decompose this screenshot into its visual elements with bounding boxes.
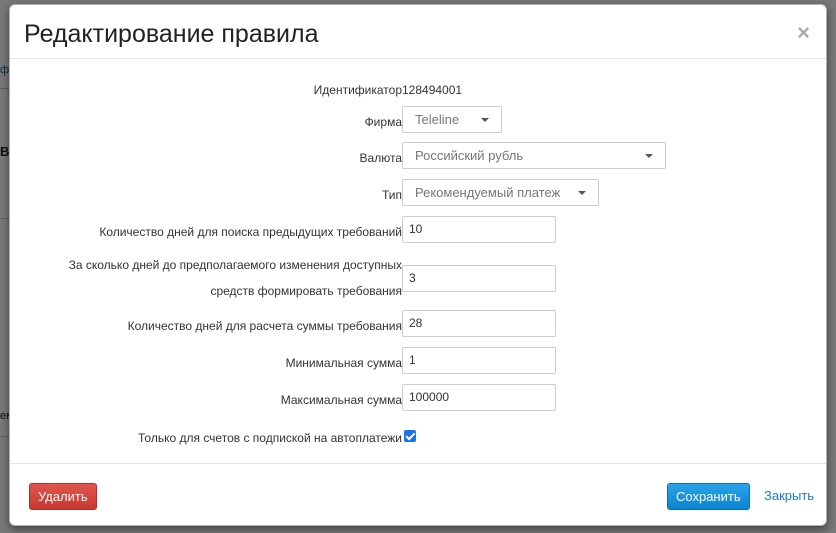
chevron-down-icon [578,191,586,195]
delete-button[interactable]: Удалить [29,483,97,510]
days-before-label-line1: За сколько дней до предполагаемого измен… [68,258,402,272]
modal-header: Редактирование правила × [10,5,826,59]
modal-body: Идентификатор 128494001 Фирма Teleline В… [10,60,826,460]
days-calc-label: Количество дней для расчета суммы требов… [127,319,402,333]
days-before-label-line2: средств формировать требования [210,284,402,298]
edit-rule-modal: Редактирование правила × Идентификатор 1… [9,4,827,526]
close-icon[interactable]: × [797,22,810,44]
type-select[interactable]: Рекомендуемый платеж [402,179,599,206]
min-sum-label: Минимальная сумма [285,356,402,370]
days-before-input[interactable]: 3 [402,265,556,292]
identifier-value: 128494001 [402,83,463,97]
identifier-label: Идентификатор [313,83,402,97]
type-label: Тип [381,188,402,202]
close-link[interactable]: Закрыть [764,488,814,503]
max-sum-label: Максимальная сумма [280,393,402,407]
min-sum-input[interactable]: 1 [402,347,556,374]
type-select-value: Рекомендуемый платеж [415,185,561,200]
currency-select[interactable]: Российский рубль [402,142,666,169]
chevron-down-icon [481,118,489,122]
chevron-down-icon [645,154,653,158]
days-calc-input[interactable]: 28 [402,310,556,337]
modal-title: Редактирование правила [24,20,319,48]
autopay-label: Только для счетов с подпиской на автопла… [138,431,402,445]
currency-select-value: Российский рубль [415,148,524,163]
currency-label: Валюта [359,151,402,165]
max-sum-input[interactable]: 100000 [402,384,556,411]
autopay-checkbox[interactable] [404,430,416,442]
days-search-label: Количество дней для поиска предыдущих тр… [99,225,402,239]
firm-select-value: Teleline [415,112,460,127]
days-before-label: За сколько дней до предполагаемого измен… [69,252,402,304]
modal-footer: Удалить Сохранить Закрыть [10,463,826,525]
save-button[interactable]: Сохранить [667,483,750,510]
firm-select[interactable]: Teleline [402,106,502,133]
days-search-input[interactable]: 10 [402,216,556,243]
firm-label: Фирма [364,115,402,129]
